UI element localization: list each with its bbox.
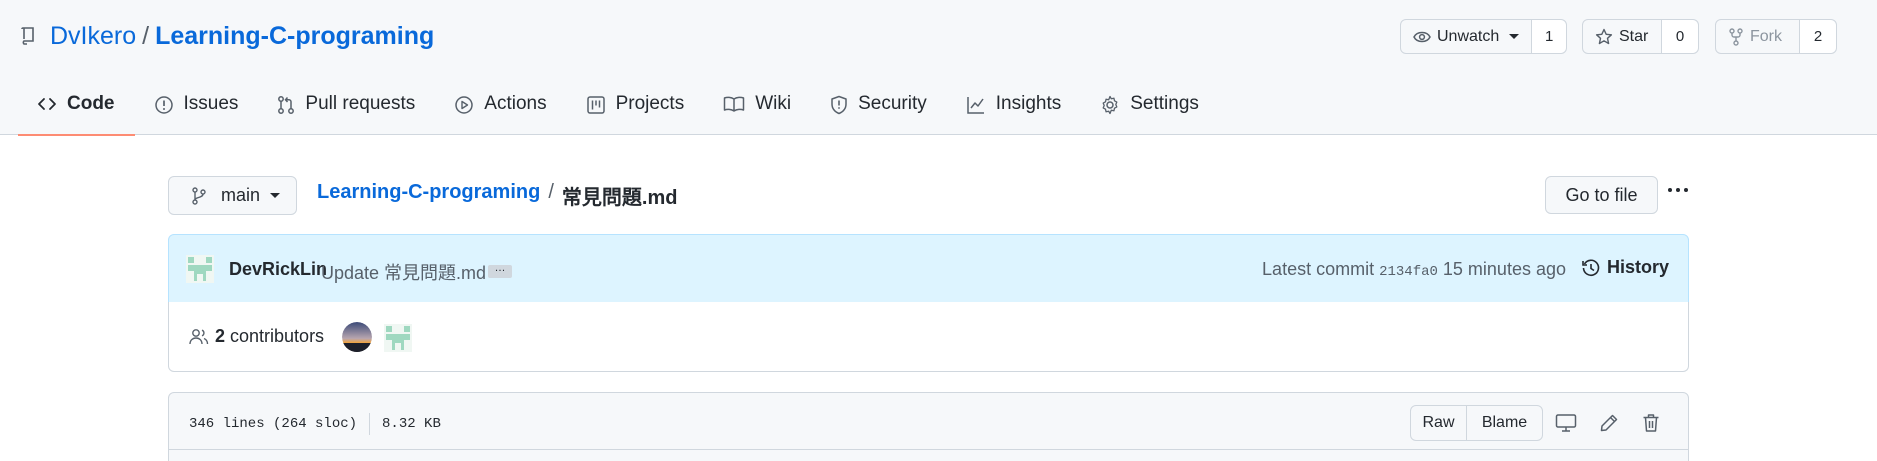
fork-label: Fork	[1750, 27, 1782, 45]
desktop-button[interactable]	[1554, 411, 1578, 435]
commit-time: 15 minutes ago	[1442, 259, 1566, 279]
chevron-down-icon	[270, 193, 281, 198]
tab-pull-requests[interactable]: Pull requests	[258, 85, 435, 135]
commit-expand-button[interactable]: …	[488, 263, 512, 278]
star-count[interactable]: 0	[1661, 20, 1698, 53]
watch-button-group: Unwatch 1	[1400, 19, 1567, 54]
repo-icon	[21, 27, 34, 45]
branch-select-button[interactable]: main	[168, 176, 297, 215]
raw-button[interactable]: Raw	[1411, 406, 1467, 440]
commit-sha-link[interactable]: 2134fa0	[1379, 264, 1438, 280]
file-view-buttons: Raw Blame	[1410, 405, 1543, 441]
star-label: Star	[1619, 27, 1649, 45]
device-desktop-icon	[1555, 414, 1577, 432]
history-label: History	[1606, 257, 1669, 277]
tab-security[interactable]: Security	[811, 85, 947, 135]
edit-file-button[interactable]	[1597, 411, 1621, 435]
graph-icon	[967, 97, 984, 114]
watch-count[interactable]: 1	[1531, 20, 1566, 53]
eye-icon	[1413, 31, 1431, 42]
tab-label: Issues	[183, 93, 239, 114]
latest-commit-label: Latest commit	[1262, 259, 1375, 279]
tab-settings[interactable]: Settings	[1081, 85, 1219, 135]
tab-label: Actions	[484, 93, 547, 114]
tab-actions[interactable]: Actions	[435, 85, 566, 135]
repo-separator: /	[142, 21, 150, 50]
tab-label: Settings	[1130, 93, 1199, 114]
tab-label: Pull requests	[305, 93, 416, 114]
tab-code[interactable]: Code	[18, 85, 135, 136]
more-options-button[interactable]	[1666, 178, 1690, 202]
divider	[369, 413, 371, 435]
blame-button[interactable]: Blame	[1467, 406, 1542, 440]
tab-label: Projects	[615, 93, 685, 114]
fork-button[interactable]: Fork	[1716, 20, 1799, 53]
repo-name-link[interactable]: Learning-C-programing	[155, 22, 434, 51]
latest-commit-box: DevRickLin Update 常見問題.md … Latest commi…	[168, 234, 1689, 303]
unwatch-label: Unwatch	[1437, 27, 1500, 45]
kebab-horizontal-icon	[1668, 188, 1688, 192]
breadcrumb-file-name: 常見問題.md	[561, 187, 678, 209]
breadcrumb-repo-link[interactable]: Learning-C-programing	[317, 181, 540, 210]
fork-button-group: Fork 2	[1715, 19, 1837, 54]
repo-tabs: Code Issues Pull requests Actions Projec…	[18, 85, 1219, 136]
branch-name: main	[221, 185, 261, 205]
tab-insights[interactable]: Insights	[947, 85, 1081, 135]
file-info: 346 lines (264 sloc) 8.32 KB	[189, 413, 441, 435]
tab-wiki[interactable]: Wiki	[704, 85, 811, 135]
delete-file-button[interactable]	[1639, 411, 1663, 435]
trash-icon	[1643, 414, 1659, 432]
commit-author-link[interactable]: DevRickLin	[229, 259, 327, 280]
repo-title: DvIkero / Learning-C-programing	[20, 18, 434, 54]
history-icon	[1582, 259, 1600, 276]
tab-label: Code	[67, 93, 115, 114]
fork-count[interactable]: 2	[1799, 20, 1836, 53]
file-header: 346 lines (264 sloc) 8.32 KB Raw Blame	[168, 392, 1689, 461]
gear-icon	[1102, 95, 1118, 115]
tab-issues[interactable]: Issues	[135, 85, 259, 135]
code-icon	[38, 98, 56, 110]
breadcrumb-separator: /	[548, 181, 554, 203]
star-button-group: Star 0	[1582, 19, 1699, 54]
avatar[interactable]	[186, 255, 214, 283]
project-icon	[586, 96, 605, 114]
people-icon	[189, 328, 209, 344]
tab-label: Security	[858, 93, 927, 114]
history-link[interactable]: History	[1581, 257, 1669, 278]
pull-request-icon	[278, 96, 295, 114]
contributors-box: 2 contributors	[168, 302, 1689, 372]
book-icon	[723, 96, 745, 112]
commit-message-link[interactable]: Update 常見問題.md	[321, 259, 486, 285]
tab-label: Wiki	[755, 93, 792, 114]
contributors-count: 2	[215, 326, 226, 346]
play-icon	[455, 96, 474, 114]
breadcrumb: Learning-C-programing / 常見問題.md	[317, 181, 677, 210]
file-line-count: 346 lines (264 sloc)	[189, 416, 358, 432]
file-size: 8.32 KB	[382, 416, 441, 432]
commit-meta: Latest commit 2134fa0 15 minutes ago	[1262, 259, 1566, 280]
repo-header: DvIkero / Learning-C-programing Unwatch …	[0, 0, 1877, 136]
repo-owner-link[interactable]: DvIkero	[50, 22, 136, 51]
star-icon	[1595, 28, 1613, 44]
tab-projects[interactable]: Projects	[567, 85, 705, 135]
star-button[interactable]: Star	[1583, 20, 1661, 53]
contributors-label: contributors	[230, 326, 325, 346]
divider	[169, 449, 1688, 450]
chevron-down-icon	[1509, 34, 1520, 39]
go-to-file-button[interactable]: Go to file	[1545, 176, 1658, 214]
branch-icon	[192, 186, 206, 205]
pencil-icon	[1600, 414, 1618, 432]
fork-icon	[1729, 27, 1743, 46]
shield-icon	[831, 95, 847, 115]
tab-label: Insights	[995, 93, 1062, 114]
contributor-avatar[interactable]	[342, 322, 372, 352]
unwatch-button[interactable]: Unwatch	[1401, 20, 1531, 53]
contributors-link[interactable]: 2 contributors	[189, 326, 324, 347]
contributor-avatar[interactable]	[384, 324, 412, 352]
issue-icon	[154, 96, 173, 114]
